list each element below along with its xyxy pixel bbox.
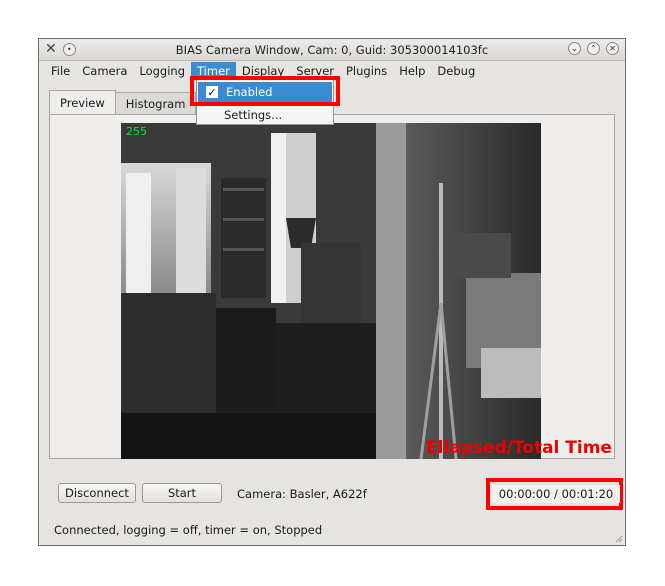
menu-debug[interactable]: Debug: [431, 62, 481, 80]
elapsed-total-time: 00:00:00 / 00:01:20: [492, 485, 620, 503]
camera-info: Camera: Basler, A622f: [237, 487, 367, 501]
camera-image: [121, 123, 541, 459]
camera-preview: 255: [121, 123, 541, 459]
title-bar: ✕ • BIAS Camera Window, Cam: 0, Guid: 30…: [39, 39, 625, 61]
disconnect-button[interactable]: Disconnect: [58, 483, 136, 503]
max-level-readout: 255: [126, 125, 147, 138]
tab-preview[interactable]: Preview: [49, 90, 116, 114]
tab-histogram[interactable]: Histogram: [114, 92, 197, 114]
menu-plugins[interactable]: Plugins: [340, 62, 393, 80]
menu-item-settings[interactable]: Settings...: [198, 105, 332, 125]
annotation-box-enabled: [190, 76, 340, 106]
menu-help[interactable]: Help: [393, 62, 431, 80]
menu-camera[interactable]: Camera: [76, 62, 133, 80]
annotation-label: Ellapsed/Total Time: [426, 438, 612, 458]
tab-bar: Preview Histogram: [49, 90, 197, 114]
resize-grip-icon[interactable]: [613, 533, 623, 543]
window-title: BIAS Camera Window, Cam: 0, Guid: 305300…: [175, 43, 489, 57]
start-button[interactable]: Start: [142, 483, 222, 503]
status-bar-text: Connected, logging = off, timer = on, St…: [54, 523, 323, 537]
maximize-icon[interactable]: ⌃: [587, 42, 600, 55]
menu-file[interactable]: File: [45, 62, 76, 80]
minimize-icon[interactable]: ⌄: [568, 42, 581, 55]
close-icon[interactable]: ✕: [606, 42, 619, 55]
menu-logging[interactable]: Logging: [133, 62, 191, 80]
